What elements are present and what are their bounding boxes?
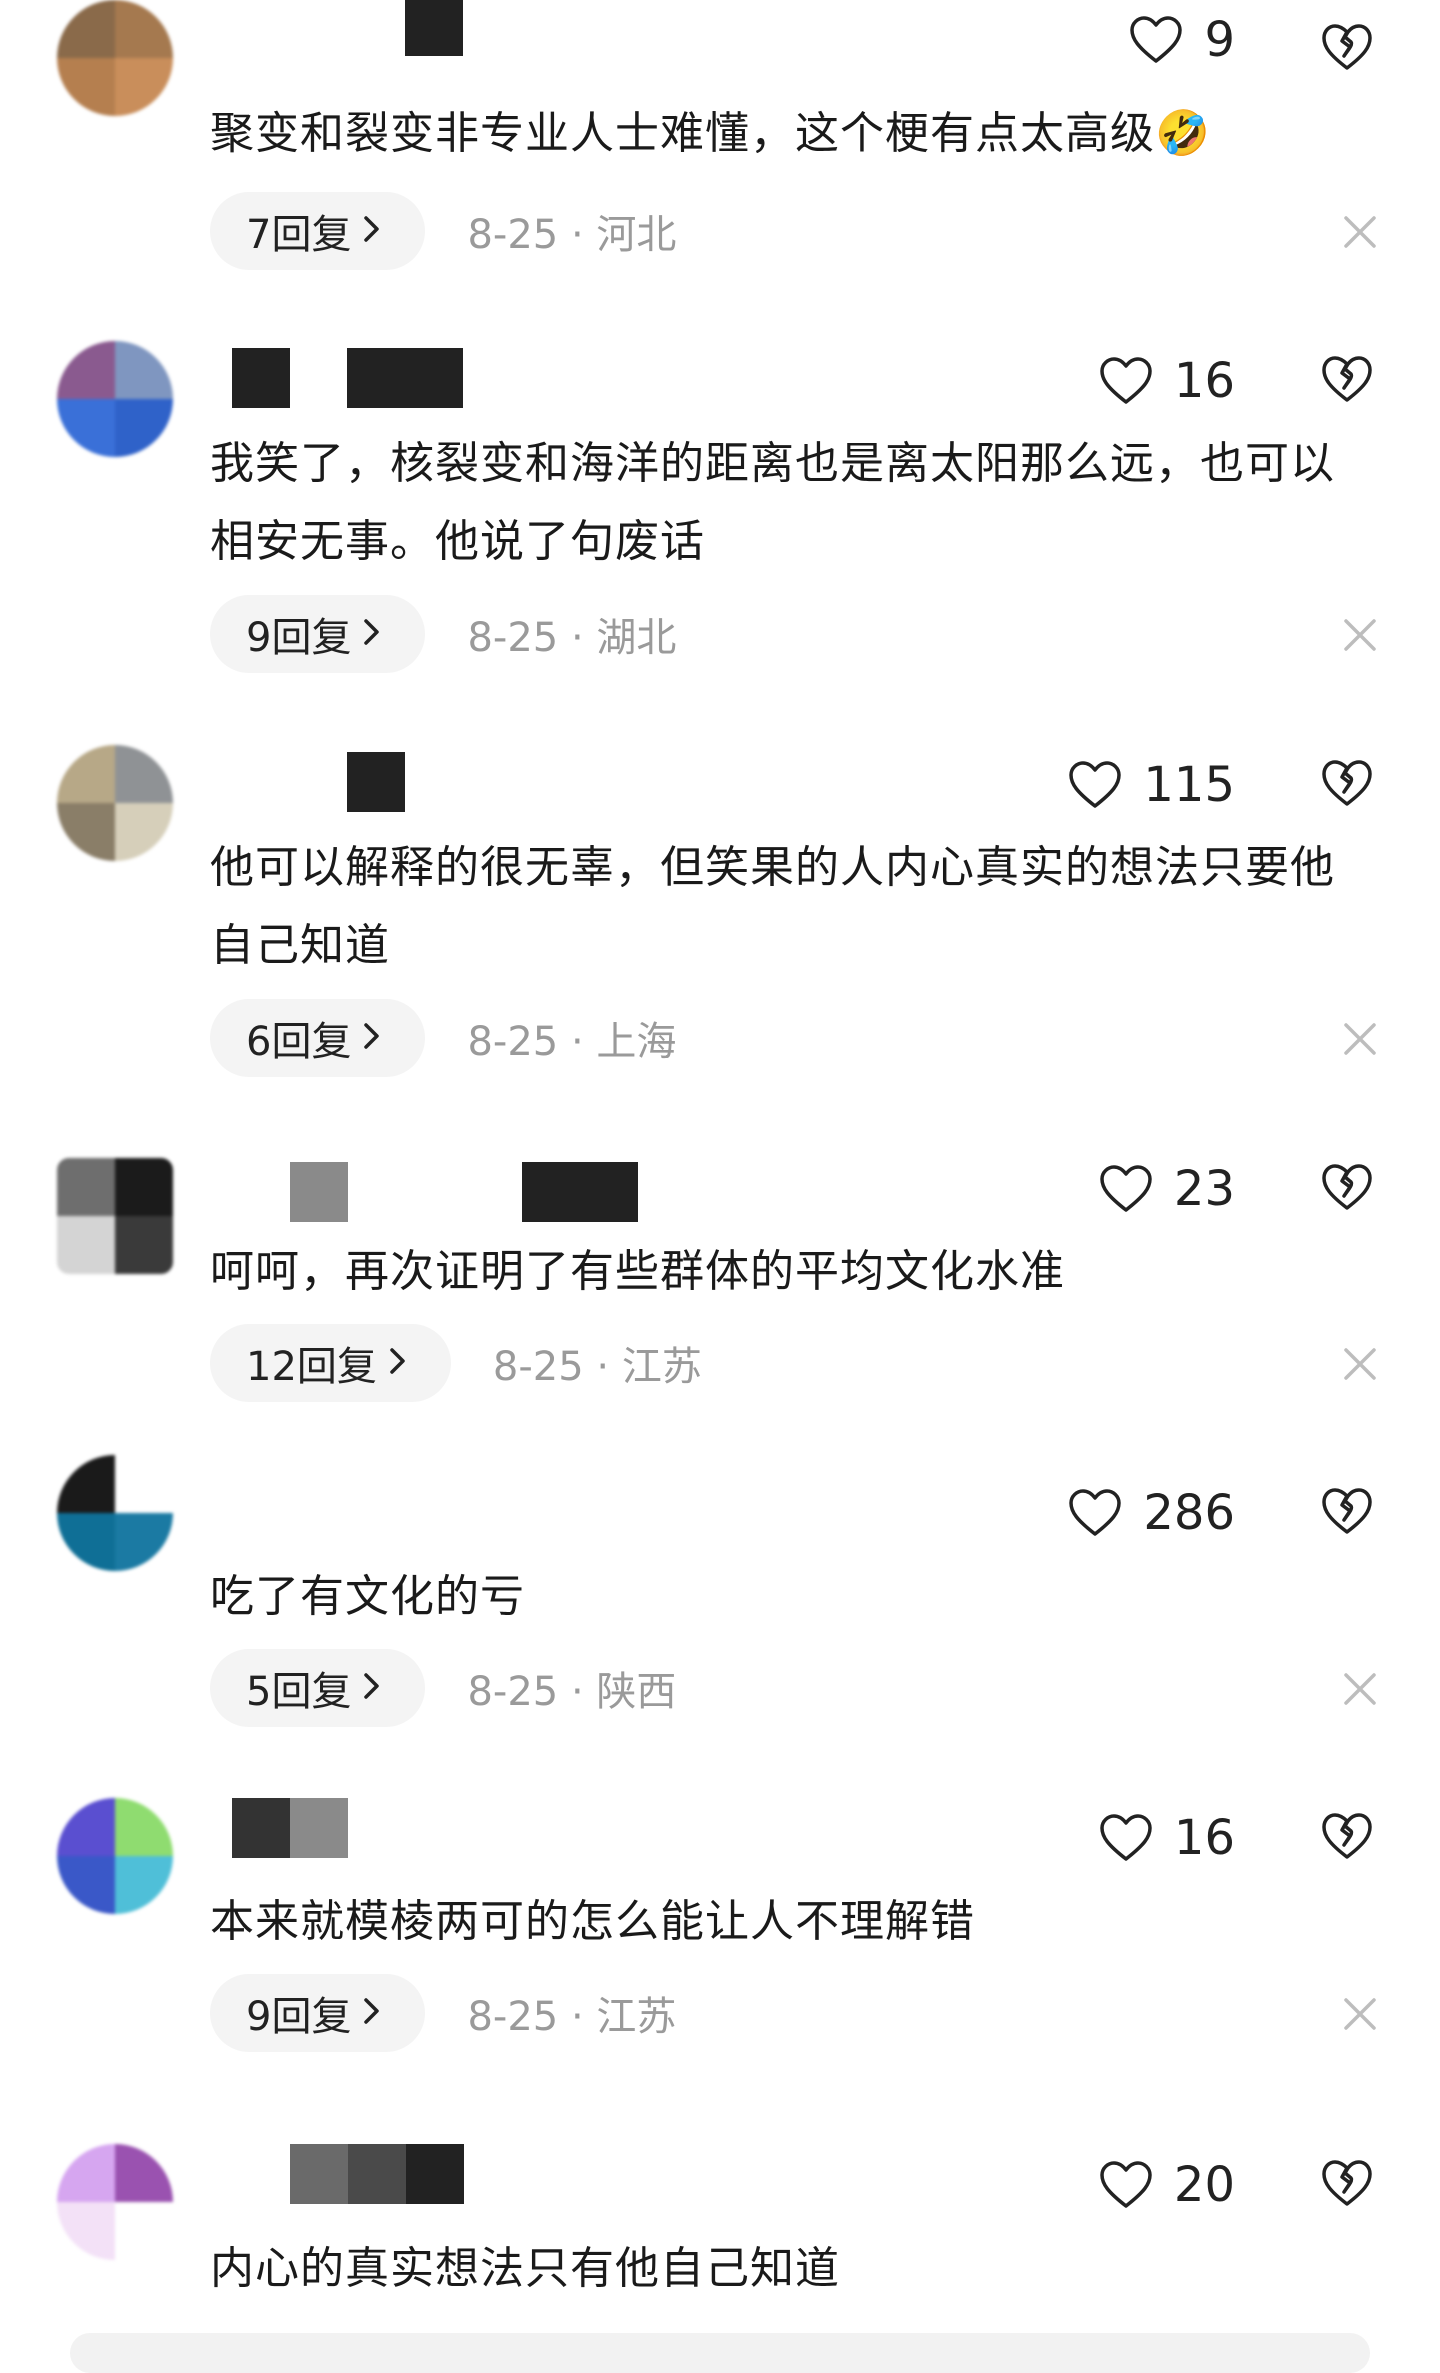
like-count: 23 xyxy=(1173,1161,1235,1217)
reply-count-button[interactable]: 6回复 xyxy=(210,999,426,1077)
comment-meta: 9回复 8-25 · 江苏 xyxy=(210,1974,676,2052)
broken-heart-icon xyxy=(1320,1164,1374,1216)
chevron-right-icon xyxy=(361,611,383,657)
close-icon[interactable] xyxy=(1340,1669,1380,1709)
username-redacted[interactable] xyxy=(210,348,590,408)
date-location: 8-25 · 上海 xyxy=(467,1019,677,1065)
comment-text: 他可以解释的很无辜，但笑果的人内心真实的想法只要他自己知道 xyxy=(210,842,1335,971)
avatar[interactable] xyxy=(57,1158,173,1274)
username-redacted[interactable] xyxy=(210,2144,590,2204)
date-location: 8-25 · 湖北 xyxy=(467,615,677,661)
comment-text: 聚变和裂变非专业人士难懂，这个梗有点太高级🤣 xyxy=(210,108,1211,159)
broken-heart-icon xyxy=(1320,1813,1374,1865)
date-location: 8-25 · 陕西 xyxy=(467,1669,677,1715)
like-count: 16 xyxy=(1173,353,1235,409)
heart-outline-icon xyxy=(1098,356,1154,406)
reply-input-bar[interactable] xyxy=(70,2333,1370,2373)
like-count: 16 xyxy=(1173,1810,1235,1866)
heart-outline-icon xyxy=(1067,1488,1123,1538)
reply-count: 12回复 xyxy=(246,1344,377,1390)
broken-heart-icon xyxy=(1320,356,1374,408)
comment-meta: 6回复 8-25 · 上海 xyxy=(210,999,676,1077)
like-count: 9 xyxy=(1204,12,1235,68)
heart-outline-icon xyxy=(1098,1813,1154,1863)
heart-outline-icon xyxy=(1128,15,1184,65)
like-button[interactable]: 9 xyxy=(1128,15,1235,65)
comment-text: 呵呵，再次证明了有些群体的平均文化水准 xyxy=(210,1246,1065,1297)
reply-count-button[interactable]: 9回复 xyxy=(210,595,426,673)
reply-count: 9回复 xyxy=(246,1994,352,2040)
dislike-button[interactable] xyxy=(1320,758,1374,812)
close-icon[interactable] xyxy=(1340,1994,1380,2034)
like-button[interactable]: 286 xyxy=(1067,1488,1235,1538)
comment-meta: 7回复 8-25 · 河北 xyxy=(210,192,676,270)
date-location: 8-25 · 江苏 xyxy=(492,1344,702,1390)
like-button[interactable]: 20 xyxy=(1098,2160,1235,2210)
broken-heart-icon xyxy=(1320,760,1374,812)
dislike-button[interactable] xyxy=(1320,1811,1374,1865)
comment-text: 我笑了，核裂变和海洋的距离也是离太阳那么远，也可以相安无事。他说了句废话 xyxy=(210,438,1335,567)
like-count: 20 xyxy=(1173,2157,1235,2213)
heart-outline-icon xyxy=(1098,2160,1154,2210)
heart-outline-icon xyxy=(1067,760,1123,810)
username-redacted[interactable] xyxy=(210,1162,638,1222)
broken-heart-icon xyxy=(1320,1488,1374,1540)
comment-text: 吃了有文化的亏 xyxy=(210,1571,525,1622)
reply-count-button[interactable]: 12回复 xyxy=(210,1324,451,1402)
comment-text: 本来就模棱两可的怎么能让人不理解错 xyxy=(210,1896,975,1947)
broken-heart-icon xyxy=(1320,2160,1374,2212)
username-redacted[interactable] xyxy=(210,752,590,812)
reply-count-button[interactable]: 5回复 xyxy=(210,1649,426,1727)
username-redacted[interactable] xyxy=(210,1798,590,1858)
broken-heart-icon xyxy=(1320,24,1374,76)
close-icon[interactable] xyxy=(1340,615,1380,655)
like-button[interactable]: 115 xyxy=(1067,760,1235,810)
reply-count: 7回复 xyxy=(246,212,352,258)
avatar[interactable] xyxy=(57,2144,173,2260)
date-location: 8-25 · 江苏 xyxy=(467,1994,677,2040)
avatar[interactable] xyxy=(57,1455,173,1571)
chevron-right-icon xyxy=(361,1015,383,1061)
dislike-button[interactable] xyxy=(1320,22,1374,76)
dislike-button[interactable] xyxy=(1320,1162,1374,1216)
like-count: 286 xyxy=(1143,1485,1235,1541)
chevron-right-icon xyxy=(361,1990,383,2036)
date-location: 8-25 · 河北 xyxy=(467,212,677,258)
avatar[interactable] xyxy=(57,0,173,116)
reply-count: 6回复 xyxy=(246,1019,352,1065)
close-icon[interactable] xyxy=(1340,1344,1380,1384)
close-icon[interactable] xyxy=(1340,212,1380,252)
comment-meta: 12回复 8-25 · 江苏 xyxy=(210,1324,702,1402)
comment-text: 内心的真实想法只有他自己知道 xyxy=(210,2243,840,2294)
comment-meta: 5回复 8-25 · 陕西 xyxy=(210,1649,676,1727)
chevron-right-icon xyxy=(387,1340,409,1386)
like-button[interactable]: 16 xyxy=(1098,1813,1235,1863)
avatar[interactable] xyxy=(57,745,173,861)
chevron-right-icon xyxy=(361,1665,383,1711)
heart-outline-icon xyxy=(1098,1164,1154,1214)
reply-count-button[interactable]: 7回复 xyxy=(210,192,426,270)
dislike-button[interactable] xyxy=(1320,354,1374,408)
reply-count: 5回复 xyxy=(246,1669,352,1715)
like-button[interactable]: 23 xyxy=(1098,1164,1235,1214)
dislike-button[interactable] xyxy=(1320,2158,1374,2212)
like-count: 115 xyxy=(1143,757,1235,813)
comment-meta: 9回复 8-25 · 湖北 xyxy=(210,595,676,673)
avatar[interactable] xyxy=(57,1798,173,1914)
like-button[interactable]: 16 xyxy=(1098,356,1235,406)
username-redacted[interactable] xyxy=(210,0,590,56)
close-icon[interactable] xyxy=(1340,1019,1380,1059)
dislike-button[interactable] xyxy=(1320,1486,1374,1540)
reply-count: 9回复 xyxy=(246,615,352,661)
chevron-right-icon xyxy=(361,208,383,254)
avatar[interactable] xyxy=(57,341,173,457)
reply-count-button[interactable]: 9回复 xyxy=(210,1974,426,2052)
